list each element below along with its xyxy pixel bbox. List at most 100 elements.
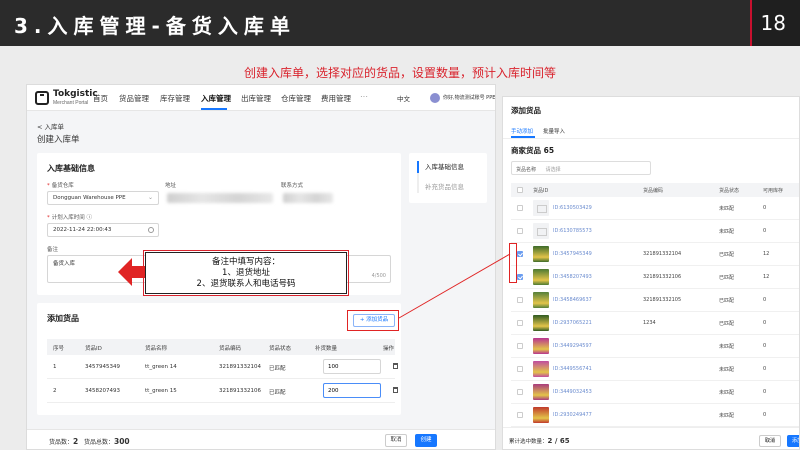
list-item[interactable]: ID:6130503429 未匹配 0 xyxy=(511,197,799,220)
goods-status: 已匹配 xyxy=(719,252,735,258)
goods-id[interactable]: ID:2937065221 xyxy=(553,320,592,326)
list-item[interactable]: ID:3449556741 未匹配 0 xyxy=(511,358,799,381)
row-checkbox[interactable] xyxy=(517,228,523,234)
nav-item-outbound[interactable]: 出库管理 xyxy=(241,93,271,104)
avatar[interactable] xyxy=(430,93,440,103)
page-footer: 货品数：2 货品总数：300 取消 创建 xyxy=(27,429,495,449)
goods-status: 未匹配 xyxy=(719,413,735,419)
nav-item-home[interactable]: 首页 xyxy=(93,93,108,104)
goods-id[interactable]: ID:2930249477 xyxy=(553,412,592,418)
row-checkbox[interactable] xyxy=(517,320,523,326)
goods-status: 已匹配 xyxy=(719,298,735,304)
row-checkbox[interactable] xyxy=(517,205,523,211)
list-item[interactable]: ID:6130785573 未匹配 0 xyxy=(511,220,799,243)
step-anchor: 入库基础信息 补充货品信息 xyxy=(409,153,487,203)
list-item[interactable]: ID:3449294597 未匹配 0 xyxy=(511,335,799,358)
list-item[interactable]: ID:3449032453 未匹配 0 xyxy=(511,381,799,404)
row-checkbox[interactable] xyxy=(517,389,523,395)
list-item[interactable]: ID:3458207493 321891332106 已匹配 12 xyxy=(511,266,799,289)
row-checkbox[interactable] xyxy=(517,412,523,418)
qty-input[interactable]: 200 xyxy=(323,383,381,398)
step-goods-info[interactable]: 补充货品信息 xyxy=(425,181,464,191)
goods-id[interactable]: ID:6130503429 xyxy=(553,205,592,211)
col-goods-code: 货品编码 xyxy=(643,188,664,194)
col-status: 货品状态 xyxy=(269,346,292,352)
warehouse-label: * 备货仓库 xyxy=(47,183,74,189)
contact-label: 联系方式 xyxy=(281,183,304,189)
row-no: 2 xyxy=(53,388,57,394)
language-select[interactable]: 中文 xyxy=(397,93,410,103)
goods-status: 已匹配 xyxy=(719,275,735,281)
goods-thumbnail xyxy=(533,200,549,216)
modal-add-button[interactable]: 添加 xyxy=(787,435,799,447)
nav-item-inventory[interactable]: 库存管理 xyxy=(160,93,190,104)
nav-active-indicator xyxy=(201,108,227,110)
goods-id[interactable]: ID:3449032453 xyxy=(553,389,592,395)
table-row: 1 3457945349 tt_green 14 321891332104 已匹… xyxy=(47,355,398,379)
col-name: 货品名称 xyxy=(145,346,168,352)
goods-id[interactable]: ID:3457945349 xyxy=(553,251,592,257)
nav-item-goods[interactable]: 货品管理 xyxy=(119,93,149,104)
slide-number-box: 18 xyxy=(750,0,800,46)
callout-line-3: 2、退货联系人和电话号码 xyxy=(196,279,296,289)
nav-more[interactable]: ··· xyxy=(360,92,368,101)
row-name: tt_green 15 xyxy=(145,388,177,394)
logo-icon xyxy=(35,91,49,105)
goods-thumbnail xyxy=(533,384,549,400)
user-name[interactable]: 你好,物流测试账号 PPE xyxy=(443,94,495,101)
page-title: 创建入库单 xyxy=(37,135,80,145)
selected-count: 累计选中数量：2 / 65 xyxy=(509,437,570,445)
goods-stock: 0 xyxy=(763,297,767,303)
address-label: 地址 xyxy=(165,183,177,189)
trash-icon[interactable] xyxy=(393,387,398,393)
goods-id[interactable]: ID:3449294597 xyxy=(553,343,592,349)
select-all-checkbox[interactable] xyxy=(517,187,523,193)
goods-status: 未匹配 xyxy=(719,229,735,235)
cancel-button[interactable]: 取消 xyxy=(385,434,407,447)
goods-code: 321891332105 xyxy=(643,297,682,303)
plan-time-input[interactable]: 2022-11-24 22:00:43 xyxy=(47,223,159,237)
tab-batch-import[interactable]: 批量导入 xyxy=(543,127,565,135)
goods-name-select[interactable]: 货品名称 请选择 xyxy=(511,161,651,175)
row-checkbox[interactable] xyxy=(517,366,523,372)
nav-item-warehouse[interactable]: 仓库管理 xyxy=(281,93,311,104)
back-link[interactable]: < 入库单 xyxy=(37,121,64,131)
list-item[interactable]: ID:2930249477 未匹配 0 xyxy=(511,404,799,427)
logo-name: Tokgistic xyxy=(53,89,98,99)
nav-item-billing[interactable]: 费用管理 xyxy=(321,93,351,104)
goods-id[interactable]: ID:3449556741 xyxy=(553,366,592,372)
row-checkbox[interactable] xyxy=(517,251,523,257)
create-button[interactable]: 创建 xyxy=(415,434,437,447)
goods-table-header: 序号 货品ID 货品名称 货品编码 货品状态 补货数量 操作 xyxy=(47,339,395,355)
row-checkbox[interactable] xyxy=(517,274,523,280)
goods-id[interactable]: ID:3458469637 xyxy=(553,297,592,303)
step-basic-info[interactable]: 入库基础信息 xyxy=(425,161,464,171)
tab-divider xyxy=(503,138,799,139)
list-item[interactable]: ID:3458469637 321891332105 已匹配 0 xyxy=(511,289,799,312)
goods-status: 未匹配 xyxy=(719,206,735,212)
add-goods-modal: 添加货品 手动添加 批量导入 商家货品 65 货品名称 请选择 货品ID 货品编… xyxy=(502,96,800,450)
logo-subtitle: Merchant Portal xyxy=(53,100,89,106)
tab-manual-add[interactable]: 手动添加 xyxy=(511,127,533,135)
goods-status: 未匹配 xyxy=(719,344,735,350)
trash-icon[interactable] xyxy=(393,363,398,369)
goods-thumbnail xyxy=(533,407,549,423)
row-checkbox[interactable] xyxy=(517,297,523,303)
merchant-goods-count: 商家货品 65 xyxy=(511,146,555,155)
goods-stock: 0 xyxy=(763,366,767,372)
goods-id[interactable]: ID:3458207493 xyxy=(553,274,592,280)
qty-input[interactable]: 100 xyxy=(323,359,381,374)
table-row: 2 3458207493 tt_green 15 321891332106 已匹… xyxy=(47,379,398,403)
col-id: 货品ID xyxy=(85,346,102,352)
warehouse-select[interactable]: Dongguan Warehouse PPE ⌄ xyxy=(47,191,159,205)
nav-item-inbound[interactable]: 入库管理 xyxy=(201,93,231,104)
list-item[interactable]: ID:2937065221 1234 已匹配 0 xyxy=(511,312,799,335)
row-checkbox[interactable] xyxy=(517,343,523,349)
col-goods-id: 货品ID xyxy=(533,188,549,194)
goods-thumbnail xyxy=(533,315,549,331)
top-navigation: Tokgistic Merchant Portal 首页 货品管理 库存管理 入… xyxy=(27,85,495,111)
goods-id[interactable]: ID:6130785573 xyxy=(553,228,592,234)
modal-cancel-button[interactable]: 取消 xyxy=(759,435,781,447)
list-item[interactable]: ID:3457945349 321891332104 已匹配 12 xyxy=(511,243,799,266)
clock-icon xyxy=(148,227,154,233)
